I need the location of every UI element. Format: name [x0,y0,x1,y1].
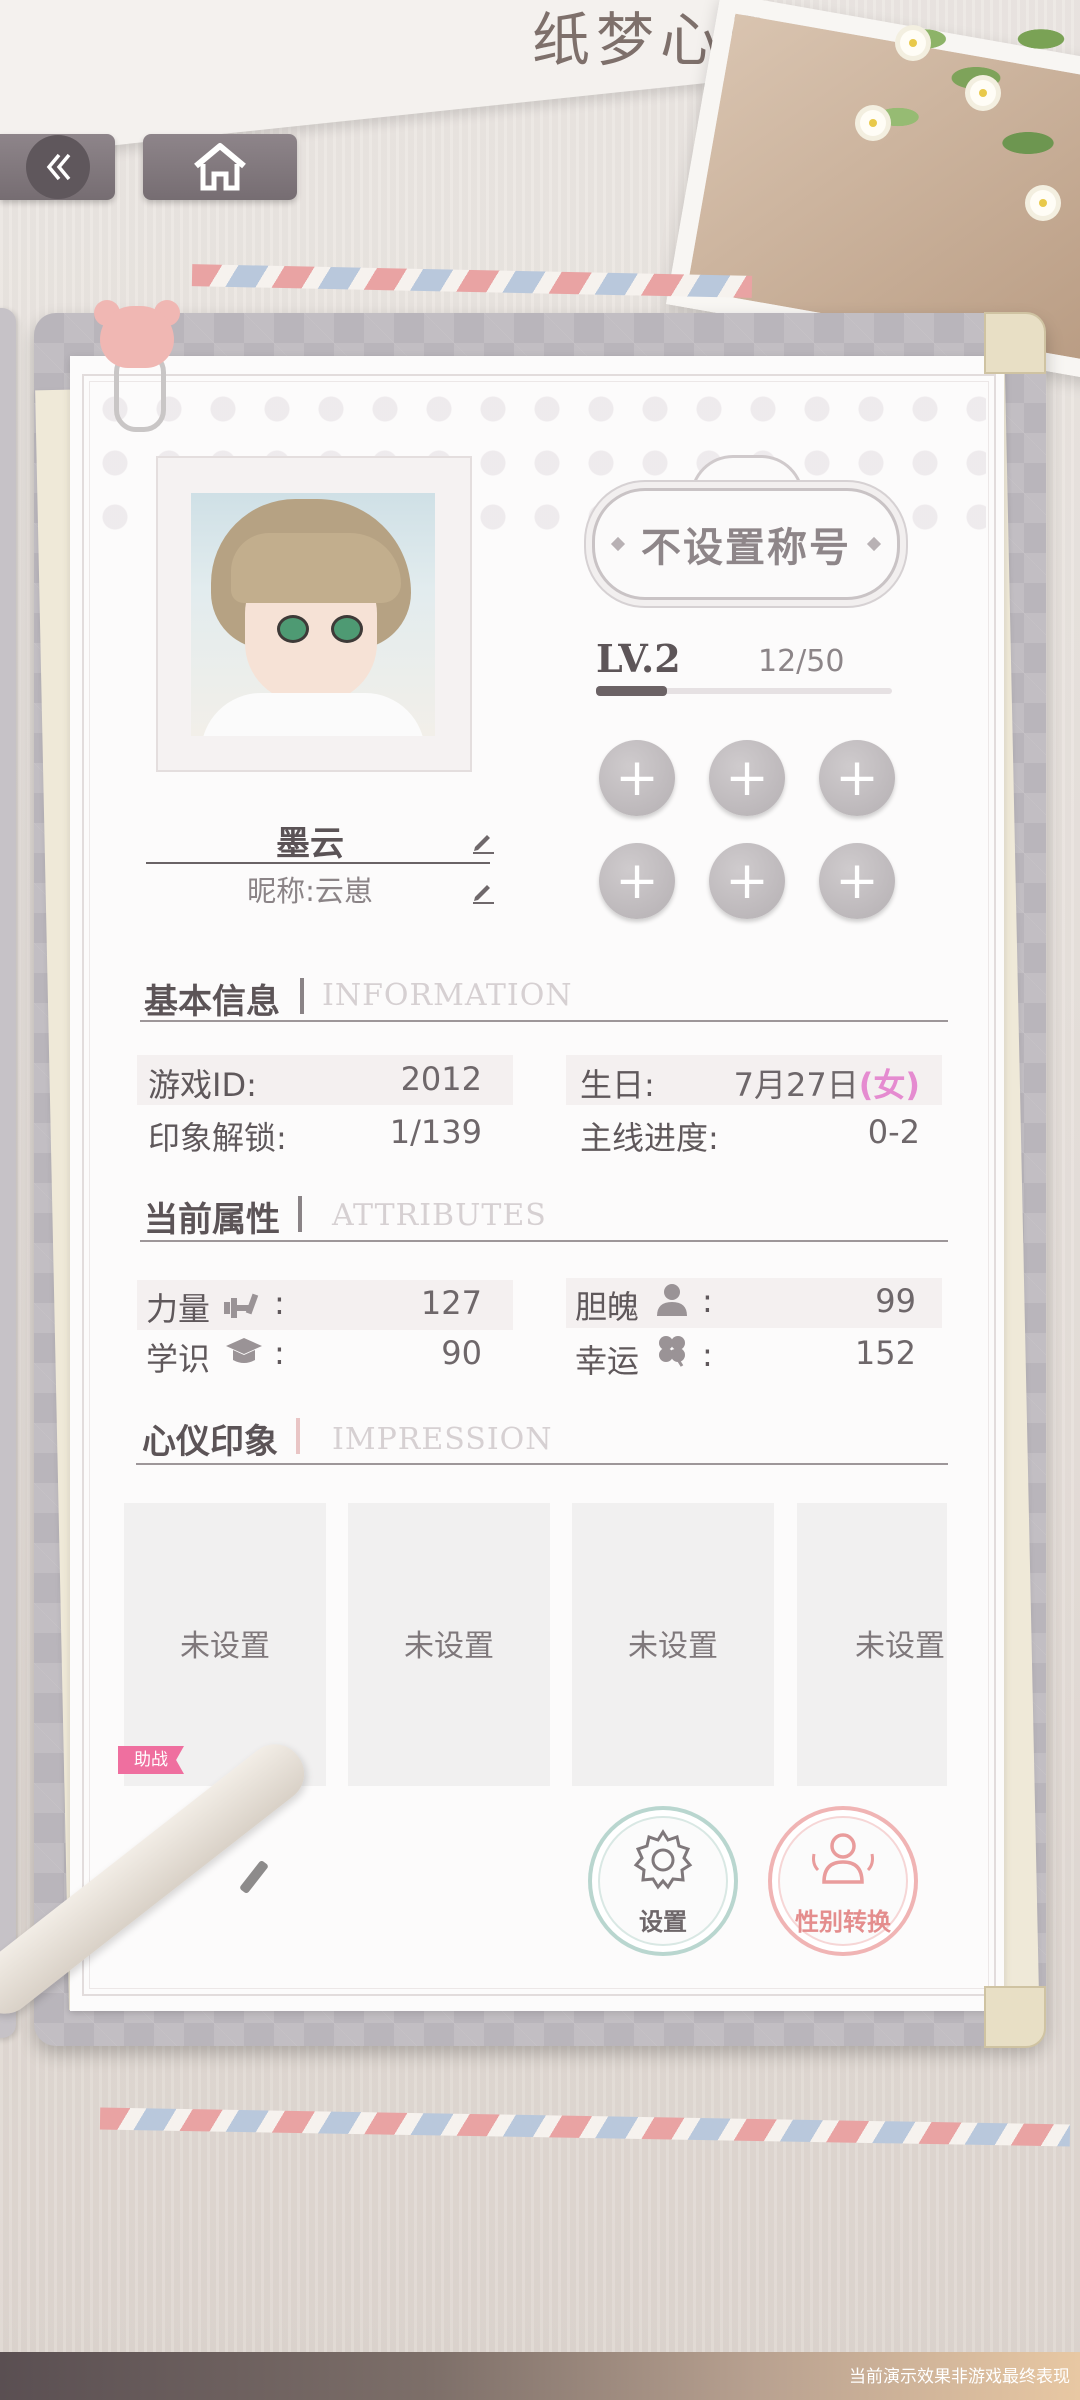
edit-nickname-pencil-icon[interactable] [470,878,496,904]
gender-text: (女) [858,1066,920,1104]
birthday-value: 7月27日(女) [680,1060,920,1106]
section-divider [300,978,304,1014]
knowledge-value: 90 [441,1334,482,1372]
add-slot-button[interactable]: + [819,740,895,816]
section-rule [140,1240,948,1242]
add-slot-button[interactable]: + [819,843,895,919]
gear-icon [633,1829,693,1890]
graduation-cap-icon [226,1338,262,1363]
add-slot-button[interactable]: + [709,740,785,816]
game-id-value: 2012 [400,1060,482,1098]
impression-title-en: IMPRESSION [332,1422,553,1457]
impression-slot[interactable]: 未设置 [348,1503,550,1786]
bear-clip-icon [92,300,182,432]
exp-text: 12/50 [758,644,845,679]
gender-switch-icon [812,1833,874,1884]
knowledge-label: 学识 [146,1340,211,1378]
clover-icon [659,1336,685,1367]
main-progress-value: 0-2 [867,1113,920,1151]
basic-info-title: 基本信息 [144,982,280,1022]
left-card-edge [0,308,16,2038]
attributes-title-en: ATTRIBUTES [332,1198,547,1233]
attributes-title: 当前属性 [144,1200,280,1240]
diamond-icon [610,536,626,552]
impression-slot[interactable]: 未设置 [124,1503,326,1786]
dumbbell-icon [224,1293,259,1318]
impression-unlock-label: 印象解锁: [148,1119,287,1157]
courage-label: 胆魄 [575,1288,640,1326]
add-slot-button[interactable]: + [599,843,675,919]
diamond-icon [866,536,882,552]
name-underline [146,862,490,864]
demo-disclaimer: 当前演示效果非游戏最终表现 [849,2367,1070,2387]
main-progress-label: 主线进度: [580,1119,719,1157]
colon: : [274,1284,285,1322]
strength-value: 127 [420,1284,482,1322]
luck-value: 152 [854,1334,916,1372]
level-label: LV.2 [596,636,681,681]
game-id-label: 游戏ID: [148,1066,257,1104]
assist-tag: 助战 [118,1746,184,1774]
settings-button[interactable]: 设置 [588,1806,738,1956]
impression-slot[interactable]: 未设置 [572,1503,774,1786]
section-divider [296,1418,300,1454]
exp-bar-fill [596,686,667,696]
section-rule [136,1463,948,1465]
birthday-date: 7月27日 [733,1066,859,1104]
courage-value: 99 [875,1282,916,1320]
impression-slot-label: 未设置 [628,1629,718,1664]
strength-label: 力量 [146,1290,211,1328]
settings-label: 设置 [639,1908,687,1936]
impression-slot-label: 未设置 [855,1629,945,1664]
add-slot-button[interactable]: + [709,843,785,919]
title-badge-label: 不设置称号 [641,525,851,571]
player-nickname: 昵称:云崽 [247,874,373,908]
impression-slot-label: 未设置 [180,1629,270,1664]
section-rule [140,1020,948,1022]
corner-tape [984,1986,1046,2048]
corner-tape [984,312,1046,374]
avatar[interactable] [191,493,435,736]
double-chevron-left-icon [25,135,90,199]
birthday-label: 生日: [580,1066,655,1104]
impression-unlock-value: 1/139 [389,1113,482,1151]
basic-info-title-en: INFORMATION [322,978,573,1013]
home-button[interactable] [143,134,297,200]
colon: : [274,1334,285,1372]
impression-title: 心仪印象 [142,1422,278,1462]
back-button[interactable] [0,134,115,200]
title-badge-button[interactable]: 不设置称号 [592,488,900,600]
player-name: 墨云 [276,824,344,864]
impression-slot[interactable]: 未设置 [797,1503,947,1786]
luck-label: 幸运 [575,1342,640,1380]
colon: : [702,1282,713,1320]
leaves-decoration [820,0,1080,260]
home-icon [194,143,246,191]
gender-switch-button[interactable]: 性别转换 [768,1806,918,1956]
section-divider [298,1196,302,1232]
gender-switch-label: 性别转换 [795,1908,891,1936]
person-icon [657,1284,687,1316]
edit-name-pencil-icon[interactable] [470,828,496,854]
impression-slot-label: 未设置 [404,1629,494,1664]
add-slot-button[interactable]: + [599,740,675,816]
colon: : [702,1336,713,1374]
